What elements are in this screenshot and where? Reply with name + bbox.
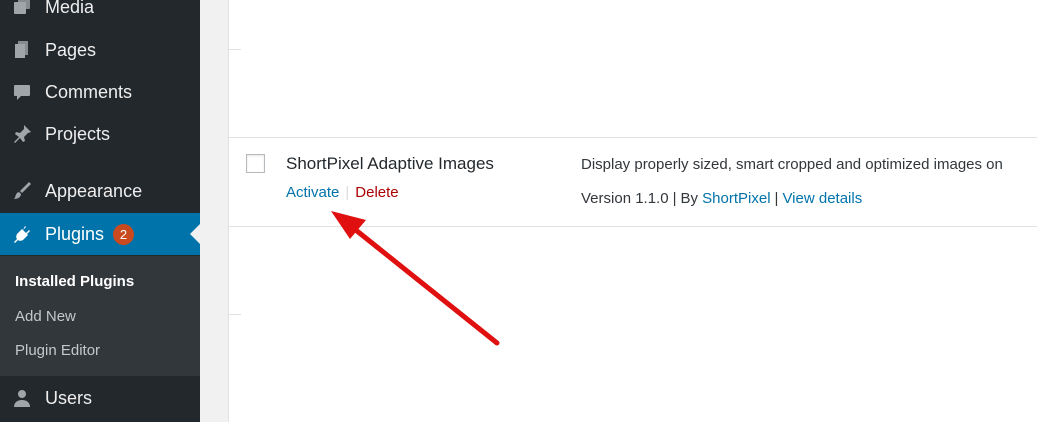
meta-separator: | [774,190,779,207]
sidebar-item-plugins[interactable]: Plugins 2 [0,213,200,255]
sidebar-item-media[interactable]: Media [0,0,200,28]
users-icon [11,387,33,409]
plugin-select-checkbox[interactable] [246,154,265,173]
submenu-item-installed-plugins[interactable]: Installed Plugins [15,273,134,290]
delete-link[interactable]: Delete [355,184,398,201]
submenu-item-add-new[interactable]: Add New [15,308,76,325]
row-divider [228,314,241,315]
sidebar-item-label: Media [45,0,95,17]
author-link[interactable]: ShortPixel [702,190,770,207]
comments-icon [11,81,33,103]
plugins-table [228,0,1037,422]
action-separator: | [345,184,350,201]
admin-sidebar: Media Pages Comments Projects Appearance… [0,0,200,422]
update-count-badge: 2 [113,223,135,245]
activate-link[interactable]: Activate [286,184,339,201]
sidebar-item-appearance[interactable]: Appearance [0,170,200,212]
row-divider [228,226,1037,227]
submenu-item-plugin-editor[interactable]: Plugin Editor [15,342,100,359]
sidebar-item-label: Appearance [45,180,143,201]
media-icon [11,0,33,18]
plugin-title: ShortPixel Adaptive Images [286,154,494,173]
sidebar-item-pages[interactable]: Pages [0,29,200,71]
sidebar-item-users[interactable]: Users [0,377,200,419]
appearance-icon [11,180,33,202]
sidebar-item-label: Comments [45,81,133,102]
meta-separator: | [672,190,677,207]
sidebar-item-projects[interactable]: Projects [0,113,200,155]
row-divider [228,49,241,50]
plugins-submenu: Installed Plugins Add New Plugin Editor [0,256,200,376]
plugin-row-actions: Activate | Delete [286,184,399,201]
pages-icon [11,39,33,61]
content-gutter [200,0,228,422]
sidebar-item-comments[interactable]: Comments [0,71,200,113]
plugin-description: Display properly sized, smart cropped an… [581,156,1003,173]
sidebar-item-label: Pages [45,39,97,60]
plugins-icon [11,223,33,245]
view-details-link[interactable]: View details [782,190,862,207]
plugin-meta: Version 1.1.0 | By ShortPixel | View details [581,190,862,207]
projects-icon [11,123,33,145]
sidebar-item-label: Plugins [45,223,105,244]
sidebar-item-label: Projects [45,123,111,144]
sidebar-item-label: Users [45,387,93,408]
by-label: By [680,190,698,207]
plugin-version: Version 1.1.0 [581,190,669,207]
row-divider [228,137,1037,138]
